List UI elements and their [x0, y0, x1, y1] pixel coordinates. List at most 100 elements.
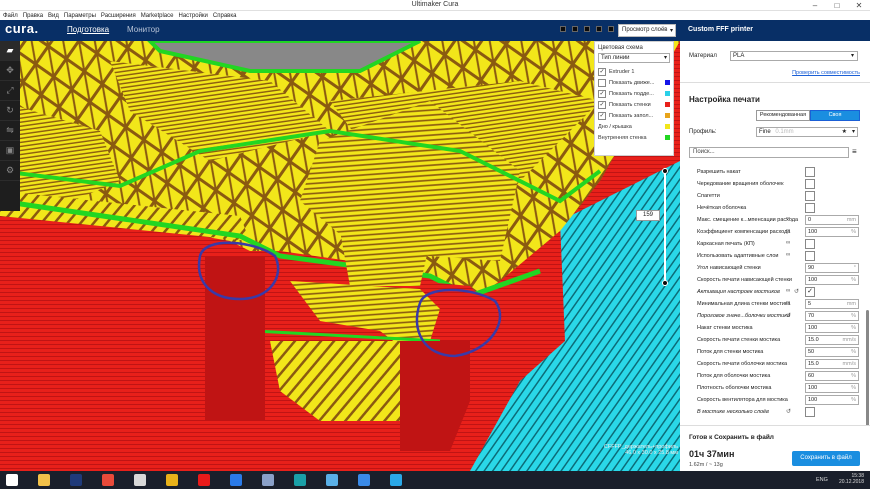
checkbox-icon[interactable]: ✓: [598, 111, 606, 120]
setting-checkbox[interactable]: [805, 239, 815, 249]
material-select[interactable]: PLA ▾: [730, 51, 858, 61]
view-mode-select[interactable]: Просмотр слоёв ▾: [618, 24, 676, 37]
view-right-icon[interactable]: [608, 26, 614, 32]
menu-edit[interactable]: Правка: [23, 13, 43, 19]
setting-input[interactable]: 15.0 mm/s: [805, 335, 859, 345]
edge-icon[interactable]: [230, 474, 242, 486]
custom-mode-button[interactable]: Своя: [810, 110, 860, 121]
checkbox-icon[interactable]: ✓: [598, 89, 606, 98]
setting-input[interactable]: 0 mm: [805, 215, 859, 225]
setting-checkbox[interactable]: [805, 179, 815, 189]
layer-number-input[interactable]: 159: [636, 210, 660, 221]
menu-view[interactable]: Вид: [48, 13, 59, 19]
link-icon[interactable]: ∞: [786, 216, 790, 222]
cura-icon[interactable]: [390, 474, 402, 486]
tab-monitor[interactable]: Монитор: [127, 25, 160, 34]
checkbox-icon[interactable]: ✓: [598, 67, 606, 76]
printer-name[interactable]: Custom FFF printer: [680, 20, 870, 41]
menu-help[interactable]: Справка: [213, 13, 237, 19]
setting-checkbox[interactable]: [805, 251, 815, 261]
paint-icon[interactable]: [134, 474, 146, 486]
settings-visibility-menu-icon[interactable]: ≡: [852, 147, 857, 156]
menu-marketplace[interactable]: Marketplace: [141, 13, 174, 19]
setting-input[interactable]: 5 mm: [805, 299, 859, 309]
reset-icon[interactable]: ↺: [794, 288, 799, 295]
input-language[interactable]: ENG: [816, 477, 828, 483]
setting-input[interactable]: 100%: [805, 275, 859, 285]
photoshop-icon[interactable]: [70, 474, 82, 486]
arduino-icon[interactable]: [294, 474, 306, 486]
legend-support[interactable]: ✓ Показать подде...: [598, 88, 670, 99]
setting-input[interactable]: 100%: [805, 395, 859, 405]
rotate-icon[interactable]: ↻: [0, 101, 20, 121]
mirror-icon[interactable]: ⇋: [0, 121, 20, 141]
open-file-icon[interactable]: ▰: [0, 41, 20, 61]
layer-slider-lower-handle[interactable]: [662, 280, 668, 286]
network-icon[interactable]: [262, 474, 274, 486]
chrome-icon[interactable]: [166, 474, 178, 486]
recommended-mode-button[interactable]: Рекомендованная: [756, 110, 810, 121]
link-icon[interactable]: ∞: [786, 240, 790, 246]
menu-file[interactable]: Файл: [3, 13, 18, 19]
link-icon[interactable]: ∞: [786, 300, 790, 306]
tab-prepare[interactable]: Подготовка: [67, 25, 109, 34]
reset-icon[interactable]: ↺: [786, 312, 791, 319]
link-icon[interactable]: ∞: [786, 252, 790, 258]
reset-icon[interactable]: ↺: [786, 408, 791, 415]
layer-slider-upper-handle[interactable]: [662, 168, 668, 174]
move-icon[interactable]: ✥: [0, 61, 20, 81]
menu-settings[interactable]: Настройки: [178, 13, 207, 19]
support-blocker-icon[interactable]: ▣: [0, 141, 20, 161]
paint-net-icon[interactable]: [358, 474, 370, 486]
system-clock[interactable]: 15:38 20.12.2018: [839, 473, 864, 485]
legend-walls[interactable]: ✓ Показать стенки: [598, 99, 670, 110]
setting-input[interactable]: 60%: [805, 371, 859, 381]
setting-checkbox[interactable]: [805, 203, 815, 213]
link-icon[interactable]: ∞: [786, 288, 790, 294]
sync-icon[interactable]: [326, 474, 338, 486]
view-left-icon[interactable]: [596, 26, 602, 32]
view-3d-icon[interactable]: [560, 26, 566, 32]
setting-checkbox[interactable]: [805, 191, 815, 201]
save-to-file-button[interactable]: Сохранить в файл: [792, 451, 860, 466]
per-model-settings-icon[interactable]: ⚙: [0, 161, 20, 181]
setting-name: Поток для оболочки мостика: [697, 373, 771, 379]
view-front-icon[interactable]: [572, 26, 578, 32]
setting-input[interactable]: 15.0 mm/s: [805, 359, 859, 369]
setting-checkbox[interactable]: [805, 167, 815, 177]
checkbox-icon[interactable]: ✓: [598, 100, 606, 109]
layer-slider[interactable]: [662, 168, 668, 288]
setting-input[interactable]: 100%: [805, 323, 859, 333]
legend-infill[interactable]: ✓ Показать запол...: [598, 110, 670, 121]
setting-input[interactable]: 70%: [805, 311, 859, 321]
maximize-button[interactable]: □: [826, 0, 848, 11]
color-swatch: [665, 113, 670, 118]
explorer-icon[interactable]: [38, 474, 50, 486]
settings-scrollbar[interactable]: [866, 310, 869, 430]
rainbow-icon[interactable]: [102, 474, 114, 486]
start-icon[interactable]: [6, 474, 18, 486]
menu-parameters[interactable]: Параметры: [64, 13, 96, 19]
menu-extensions[interactable]: Расширения: [101, 13, 136, 19]
color-scheme-select[interactable]: Тип линии ▾: [598, 53, 670, 63]
settings-search-input[interactable]: Поиск...: [689, 147, 849, 158]
legend-extruder-1[interactable]: ✓ Extruder 1: [598, 66, 670, 77]
setting-input[interactable]: 90 °: [805, 263, 859, 273]
legend-travel[interactable]: Показать движе...: [598, 77, 670, 88]
profile-select[interactable]: Fine 0.1mm ★ ▾: [756, 127, 858, 137]
setting-input[interactable]: 50%: [805, 347, 859, 357]
close-button[interactable]: ✕: [848, 0, 870, 11]
scale-icon[interactable]: ⤢: [0, 81, 20, 101]
setting-input[interactable]: 100%: [805, 227, 859, 237]
layer-view-viewport[interactable]: [0, 41, 680, 471]
checkbox-icon[interactable]: [598, 78, 606, 87]
star-icon[interactable]: ★: [842, 128, 847, 135]
view-top-icon[interactable]: [584, 26, 590, 32]
setting-input[interactable]: 100%: [805, 383, 859, 393]
link-icon[interactable]: ∞: [786, 228, 790, 234]
yandex-icon[interactable]: [198, 474, 210, 486]
setting-checkbox[interactable]: [805, 407, 815, 417]
setting-checkbox[interactable]: ✓: [805, 287, 815, 297]
minimize-button[interactable]: –: [804, 0, 826, 11]
check-compatibility-link[interactable]: Проверить совместимость: [792, 70, 860, 76]
